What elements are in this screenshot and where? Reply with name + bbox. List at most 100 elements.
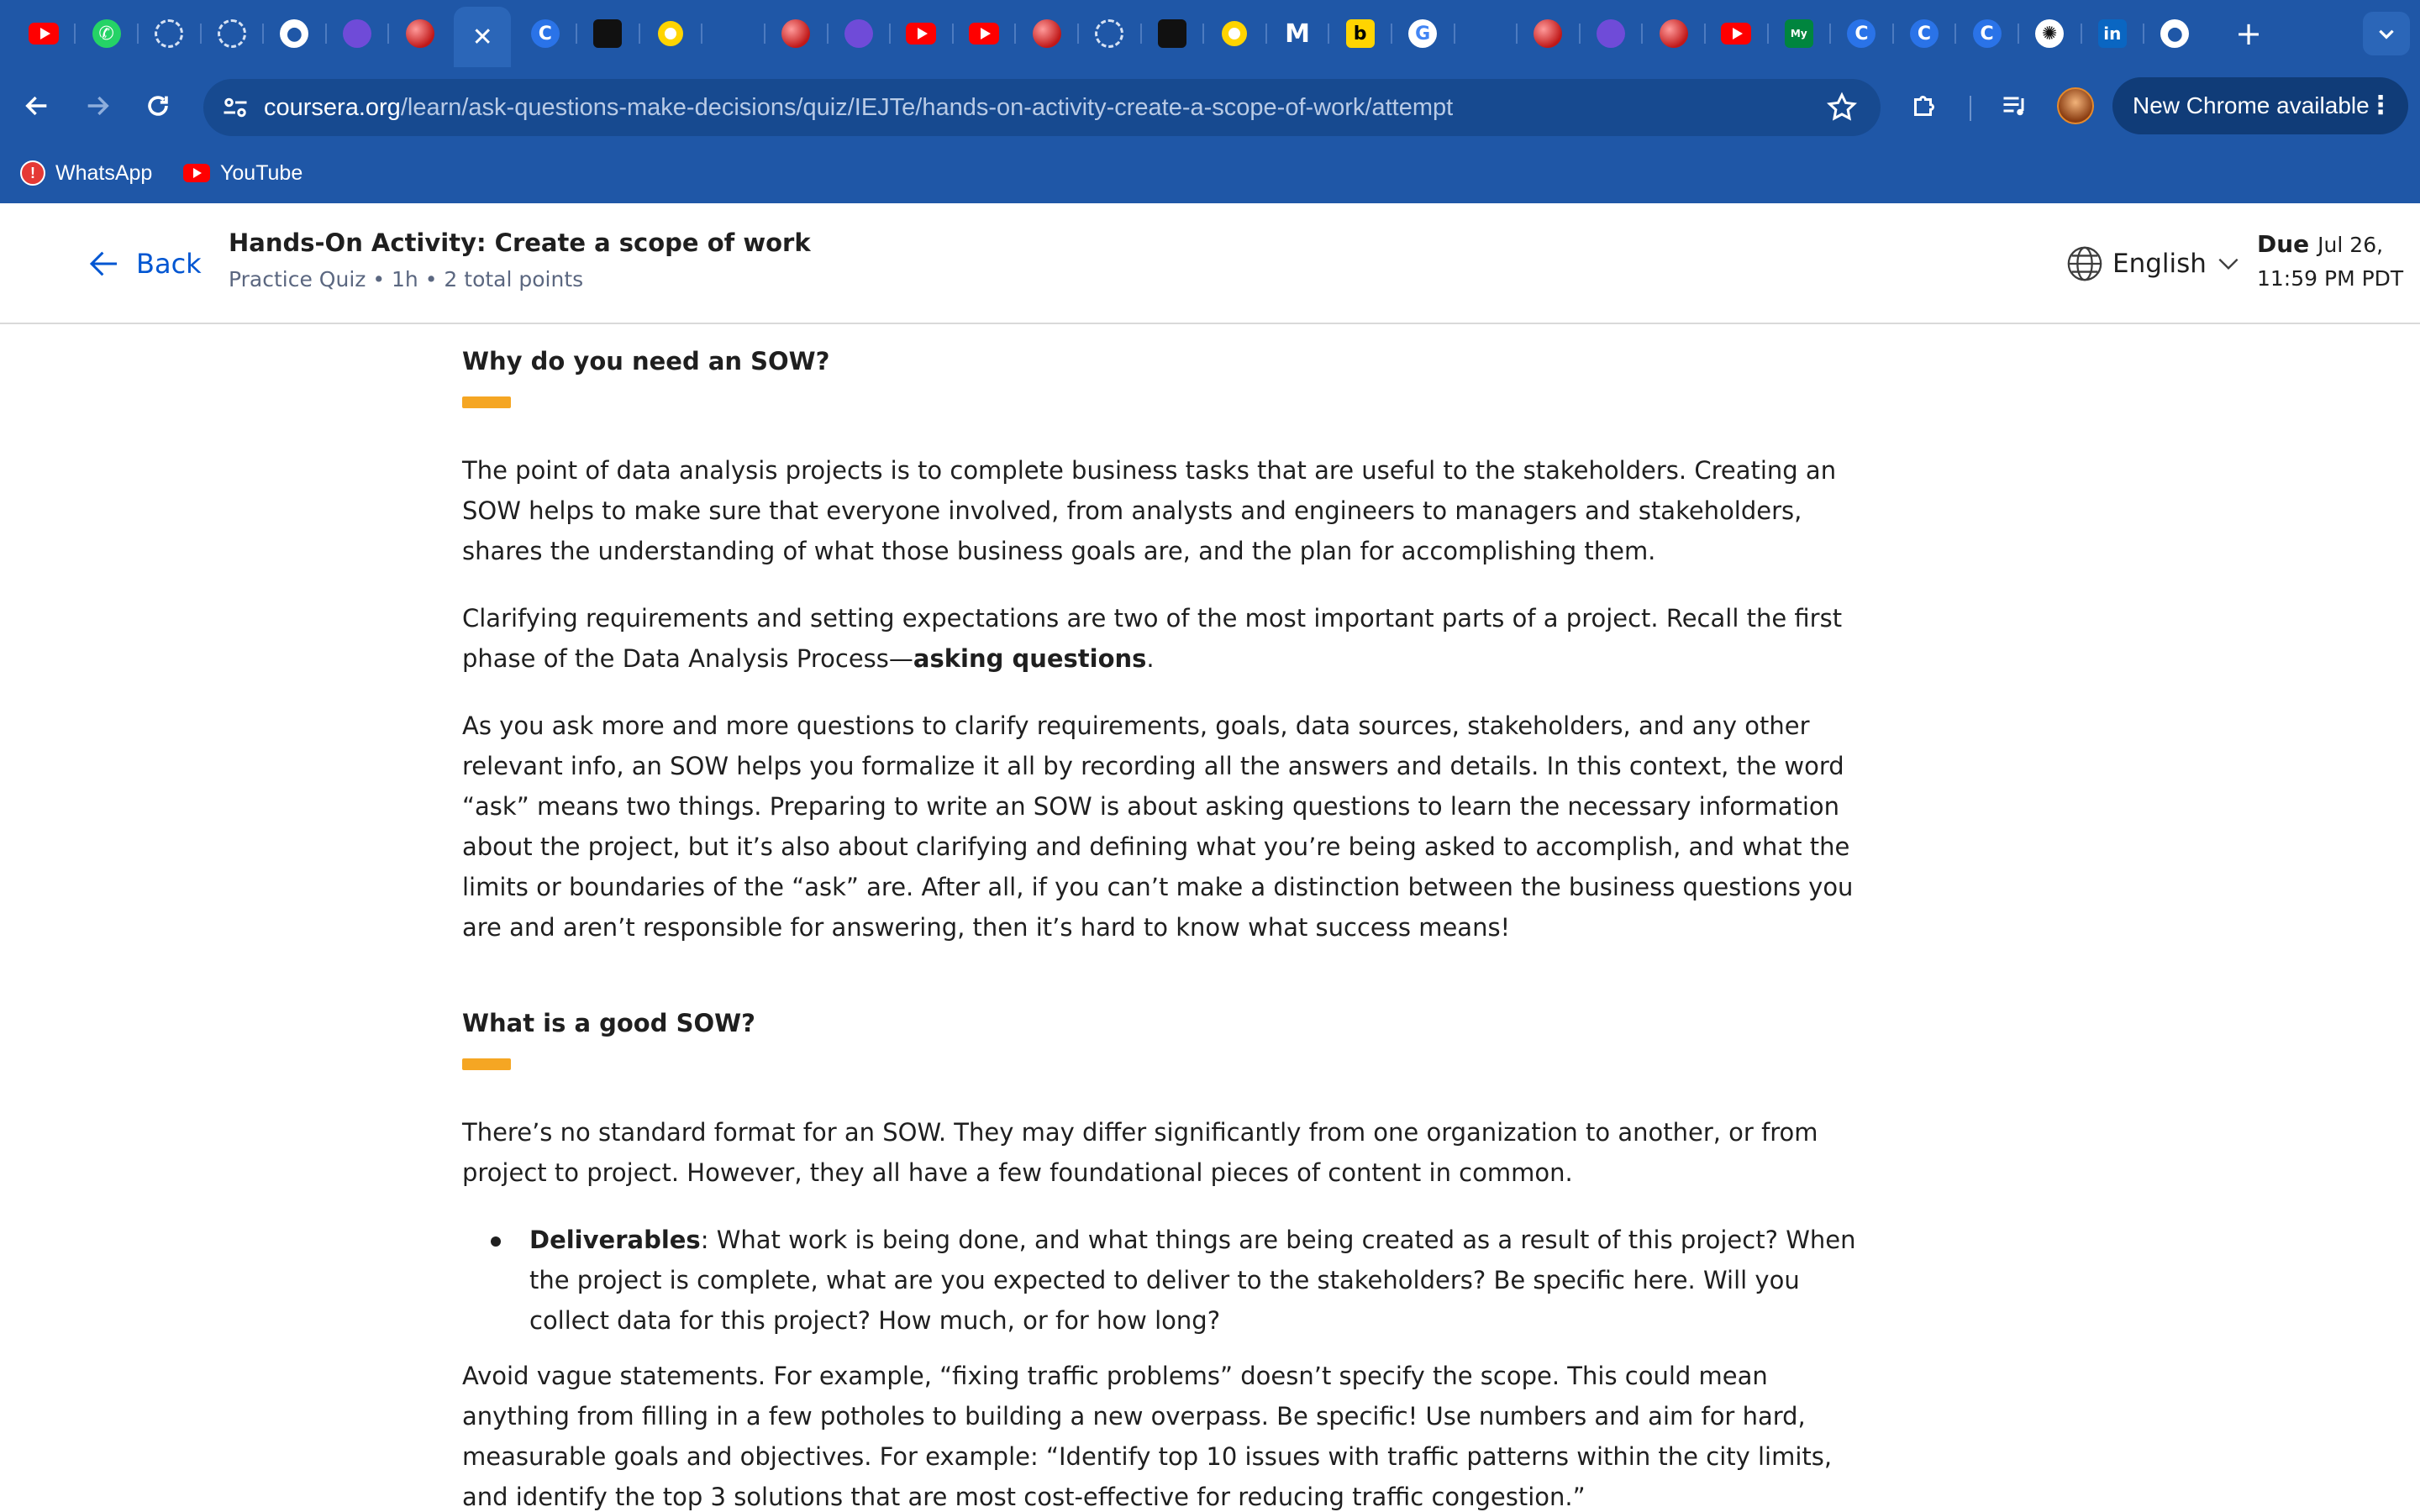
app-icon — [658, 21, 683, 46]
browser-tab[interactable] — [403, 17, 437, 50]
whatsapp-alert-icon: ! — [20, 160, 45, 186]
quiz-title: Hands-On Activity: Create a scope of wor… — [229, 228, 811, 257]
bullet-icon — [491, 1236, 501, 1247]
browser-tab[interactable] — [1218, 17, 1251, 50]
tab-separator — [1328, 24, 1330, 44]
browser-tab[interactable] — [1155, 17, 1189, 50]
browser-tab[interactable] — [967, 17, 1001, 50]
tab-separator — [701, 24, 703, 44]
tab-separator — [199, 24, 202, 44]
address-bar[interactable]: coursera.org/learn/ask-questions-make-de… — [203, 79, 1881, 136]
browser-tab[interactable]: ✺ — [2033, 17, 2066, 50]
tab-separator — [1076, 24, 1079, 44]
browser-tab[interactable]: ✆ — [90, 17, 124, 50]
site-info-icon[interactable] — [220, 92, 250, 123]
browser-tab[interactable]: C — [529, 17, 562, 50]
forward-nav-button[interactable] — [77, 86, 118, 126]
tab-separator — [1202, 24, 1205, 44]
bold-term: Deliverables — [529, 1226, 701, 1254]
browser-tab[interactable]: C — [1844, 17, 1878, 50]
myunt-icon: My — [1784, 19, 1813, 48]
google-icon: G — [1408, 19, 1438, 48]
quiz-meta: Practice Quiz • 1h • 2 total points — [229, 267, 584, 291]
browser-tab[interactable]: ● — [277, 17, 311, 50]
back-link[interactable]: Back — [87, 240, 202, 287]
linkedin-icon: in — [2097, 19, 2127, 48]
browser-tab[interactable]: b — [1344, 17, 1377, 50]
browser-tab[interactable] — [779, 17, 813, 50]
reload-button[interactable] — [138, 86, 178, 126]
tab-separator — [1578, 24, 1581, 44]
bullet-text: Deliverables: What work is being done, a… — [529, 1220, 1882, 1341]
tab-separator — [2143, 24, 2145, 44]
tab-separator — [1954, 24, 1957, 44]
youtube-icon — [969, 23, 999, 45]
media-control-button[interactable] — [1995, 86, 2035, 126]
more-vert-icon: ⋮ — [2368, 92, 2393, 119]
tab-separator — [826, 24, 829, 44]
browser-tab[interactable] — [842, 17, 876, 50]
section-heading: Why do you need an SOW? — [462, 347, 830, 375]
quiz-header: Back Hands-On Activity: Create a scope o… — [0, 203, 2420, 324]
bookmark-star-icon[interactable] — [1825, 91, 1859, 124]
tab-separator — [1139, 24, 1142, 44]
tab-search-button[interactable] — [2363, 12, 2410, 55]
browser-tab[interactable] — [1594, 17, 1628, 50]
browser-tab[interactable] — [215, 17, 249, 50]
browser-tab[interactable] — [1030, 17, 1064, 50]
due-date: Due Jul 26, 11:59 PM PDT — [2257, 230, 2408, 291]
bookmark-whatsapp[interactable]: ! WhatsApp — [20, 155, 152, 192]
arrow-right-icon — [87, 96, 109, 116]
tab-separator — [1891, 24, 1894, 44]
language-selector[interactable]: English — [2065, 242, 2242, 286]
browser-tab[interactable]: G — [1406, 17, 1439, 50]
chrome-update-button[interactable]: New Chrome available ⋮ — [2112, 77, 2408, 134]
browser-tab[interactable] — [340, 17, 374, 50]
tab-separator — [1703, 24, 1706, 44]
app-icon — [844, 19, 873, 48]
loading-icon — [1095, 19, 1124, 48]
url-path: /learn/ask-questions-make-decisions/quiz… — [400, 94, 1454, 121]
browser-tab[interactable]: My — [1782, 17, 1816, 50]
loading-icon — [217, 19, 246, 48]
browser-tab[interactable]: M — [1281, 17, 1314, 50]
browser-tab[interactable] — [152, 17, 186, 50]
due-time-value: 11:59 PM PDT — [2257, 266, 2404, 291]
browser-tab[interactable] — [654, 17, 687, 50]
bookmark-youtube[interactable]: YouTube — [183, 155, 302, 192]
browser-tab[interactable] — [591, 17, 624, 50]
chrome-update-label: New Chrome available — [2133, 92, 2370, 118]
tab-separator — [1516, 24, 1518, 44]
browser-tab[interactable]: C — [1970, 17, 2004, 50]
extensions-button[interactable] — [1904, 86, 1944, 126]
b-icon: b — [1345, 19, 1375, 48]
browser-tab[interactable] — [1092, 17, 1126, 50]
app-icon — [593, 19, 623, 48]
browser-tab[interactable] — [1719, 17, 1753, 50]
new-tab-button[interactable]: + — [2230, 15, 2267, 52]
youtube-icon — [1721, 23, 1752, 45]
youtube-icon — [183, 164, 210, 182]
bookmark-label: YouTube — [220, 160, 303, 185]
browser-tab[interactable] — [1657, 17, 1691, 50]
tab-active[interactable]: ✕ — [454, 7, 512, 67]
browser-frame: + ✆ ● ✕ C Mb G My C C C ✺ in ● coursera.org/learn/as… — [0, 0, 2420, 203]
browser-tab[interactable] — [717, 17, 750, 50]
browser-tab[interactable]: C — [1907, 17, 1941, 50]
back-nav-button[interactable] — [17, 86, 57, 126]
browser-tab[interactable] — [1531, 17, 1565, 50]
app-icon — [1597, 19, 1625, 48]
browser-tab[interactable] — [1469, 17, 1502, 50]
browser-tab[interactable] — [904, 17, 938, 50]
browser-tab[interactable] — [27, 17, 60, 50]
puzzle-icon — [1914, 96, 1934, 116]
paragraph: Clarifying requirements and setting expe… — [462, 598, 1882, 679]
browser-tab[interactable]: in — [2096, 17, 2129, 50]
youtube-icon — [29, 23, 59, 45]
loading-icon — [155, 19, 184, 48]
profile-avatar[interactable] — [2057, 87, 2094, 124]
url-text[interactable]: coursera.org/learn/ask-questions-make-de… — [264, 79, 1453, 136]
browser-tab[interactable]: ● — [2158, 17, 2191, 50]
tab-separator — [1766, 24, 1769, 44]
globe-icon — [2067, 246, 2102, 281]
